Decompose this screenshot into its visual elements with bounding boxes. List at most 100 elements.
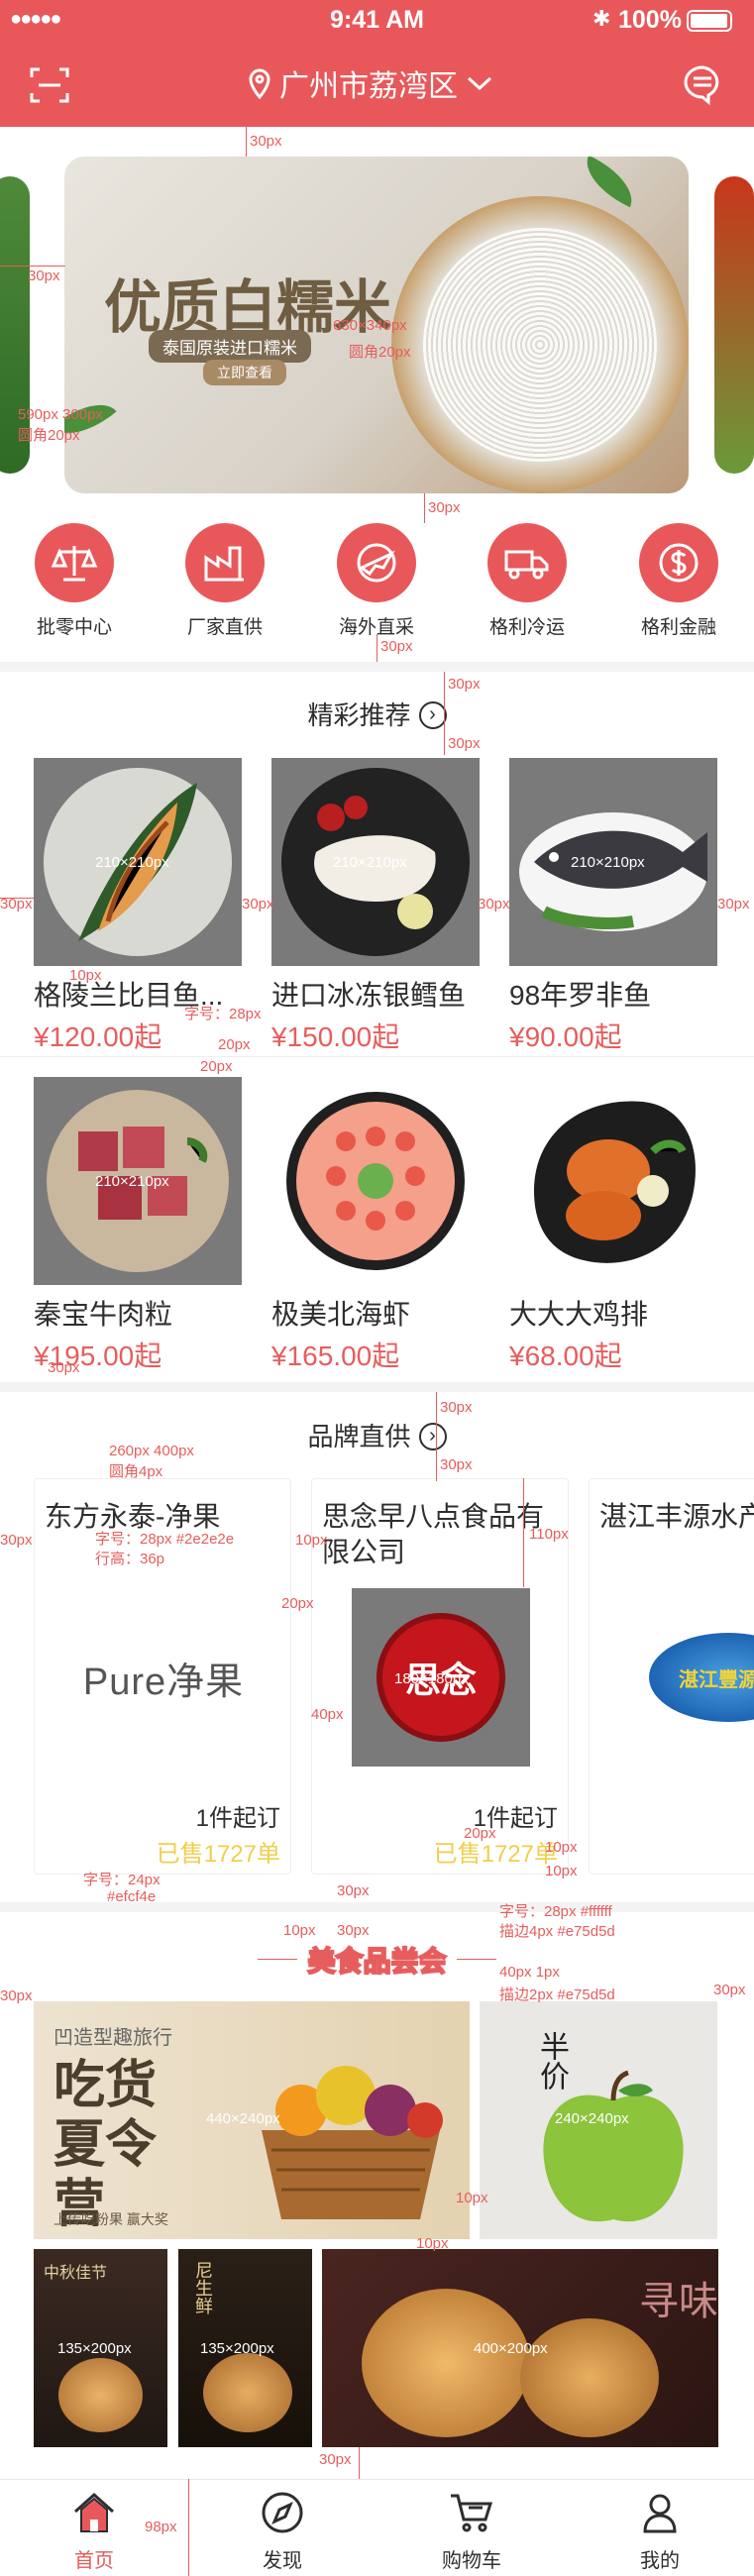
app-home-page: ●●●●● 9:41 AM ✱ 100% 广州市荔湾区 优质白糯米 泰国原装进口… [0,0,754,2576]
dollar-icon [639,523,718,602]
spec-note: 10px [416,2235,449,2252]
spec-note: 圆角20px [349,344,411,361]
tab-discover[interactable]: 发现 [223,2490,342,2573]
product-price: ¥165.00起 [271,1341,400,1371]
product-name: 98年罗非鱼 [509,980,652,1011]
spec-note: 440×240px [206,2110,280,2127]
tab-home[interactable]: 首页 [35,2490,154,2573]
spec-note: 字号：24px [83,1872,161,1888]
spec-note: 描边4px #e75d5d [499,1923,615,1940]
tab-profile[interactable]: 我的 [600,2490,719,2573]
product-card[interactable]: 大大大鸡排 ¥68.00起 [509,1077,717,1374]
battery-icon [687,10,732,32]
tab-label: 我的 [640,2550,680,2572]
spec-note: 98px [145,2519,177,2535]
tab-cart[interactable]: 购物车 [412,2490,531,2573]
spec-note: 字号：28px [184,1006,262,1022]
mooncake-image [203,2353,292,2432]
featured-section-title[interactable]: 精彩推荐 › [0,696,754,732]
brand-title: 品牌直供 [307,1422,411,1451]
category-label: 批零中心 [36,617,112,638]
mooncake-image [362,2289,530,2437]
spec-note: 30px [713,1982,746,1998]
mooncake-image [520,2318,659,2437]
tab-label: 发现 [263,2550,302,2572]
brand-card[interactable]: 湛江丰源水产 湛江豐源水 [589,1478,754,1875]
category-grid: 批零中心 厂家直供 海外直采 格利冷运 格利金融 [0,523,754,642]
factory-icon [185,523,265,602]
section-divider [0,1382,754,1392]
spec-note: 10px [295,1532,328,1549]
truck-icon [487,523,567,602]
spec-note: 10px [545,1863,578,1879]
brand-name: 思念早八点食品有限公司 [322,1501,545,1567]
category-label: 厂家直供 [186,617,263,638]
cart-icon [451,2494,493,2532]
plane-icon [337,523,416,602]
message-icon[interactable] [682,63,723,105]
product-card[interactable]: 秦宝牛肉粒 ¥195.00起 [34,1077,242,1374]
spec-note: 30px [0,1987,33,2004]
category-label: 格利冷运 [488,617,565,638]
spec-note: 30px [448,676,481,693]
location-selector[interactable]: 广州市荔湾区 [248,61,501,105]
spec-note: 字号：28px #ffffff [499,1903,612,1920]
promo-headline: 吃货夏令营 [54,2057,158,2233]
spec-note: 210×210px [571,854,645,871]
spec-line [0,266,65,267]
spec-note: 180×180px [394,1670,469,1687]
spec-note: 10px [69,967,102,984]
category-cold-chain[interactable]: 格利冷运 [473,523,582,639]
scan-icon[interactable] [30,65,69,105]
product-image [509,1077,717,1285]
brand-logo: 湛江豐源水 [639,1588,754,1767]
section-divider [0,662,754,672]
spec-note: 圆角4px [109,1463,163,1480]
green-apple-image [543,2071,684,2222]
category-factory[interactable]: 厂家直供 [170,523,279,639]
brand-logo: Pure净果 [74,1588,253,1767]
spec-note: 行高：36p [95,1551,165,1567]
battery-level: 100% [618,6,682,34]
spec-note: 30px [428,499,461,516]
spec-note: 30px [337,1922,370,1939]
spec-note: 210×210px [95,1173,169,1190]
spec-line [188,2479,189,2576]
bottom-tab-bar: 首页 发现 购物车 我的 [0,2479,754,2576]
product-card[interactable]: 98年罗非鱼 ¥90.00起 [509,758,717,1055]
product-price: ¥150.00起 [271,1021,400,1052]
category-finance[interactable]: 格利金融 [624,523,733,639]
spec-line [444,672,445,755]
spec-note: 30px [440,1399,473,1416]
spec-note: 210×210px [95,854,169,871]
spec-note: 30px [717,896,750,912]
product-card[interactable]: 进口冰冻银鳕鱼 ¥150.00起 [271,758,480,1055]
product-card[interactable]: 极美北海虾 ¥165.00起 [271,1077,480,1374]
chevron-right-icon: › [418,701,447,730]
spec-note: 40px [311,1706,344,1723]
home-icon [73,2492,115,2532]
spec-note: 10px [283,1922,316,1939]
spec-note: 400×200px [474,2340,548,2357]
meeting-section-title: 美食品尝会 [0,1940,754,1980]
spec-note: #efcf4e [107,1888,157,1905]
spec-note: 20px [218,1036,251,1053]
banner-next-slide[interactable] [714,176,754,474]
fruit-basket-image [262,2066,443,2219]
tab-label: 首页 [74,2550,114,2572]
category-overseas[interactable]: 海外直采 [322,523,431,639]
bluetooth-icon: ✱ [592,6,611,31]
location-pin-icon [249,68,270,99]
brand-min-order: 1件起订 [195,1805,280,1832]
category-wholesale[interactable]: 批零中心 [20,523,129,639]
brand-name: 湛江丰源水产 [599,1501,754,1532]
banner-view-button[interactable]: 立即查看 [203,360,286,385]
spec-line [246,127,247,157]
spec-note: 135×200px [57,2340,132,2357]
spec-note: 30px [478,896,510,912]
spec-note: 110px [529,1526,569,1543]
chevron-right-icon: › [418,1423,447,1451]
spec-note: 210×210px [333,854,407,871]
spec-note: 30px [242,896,274,912]
spec-line [523,1478,524,1587]
